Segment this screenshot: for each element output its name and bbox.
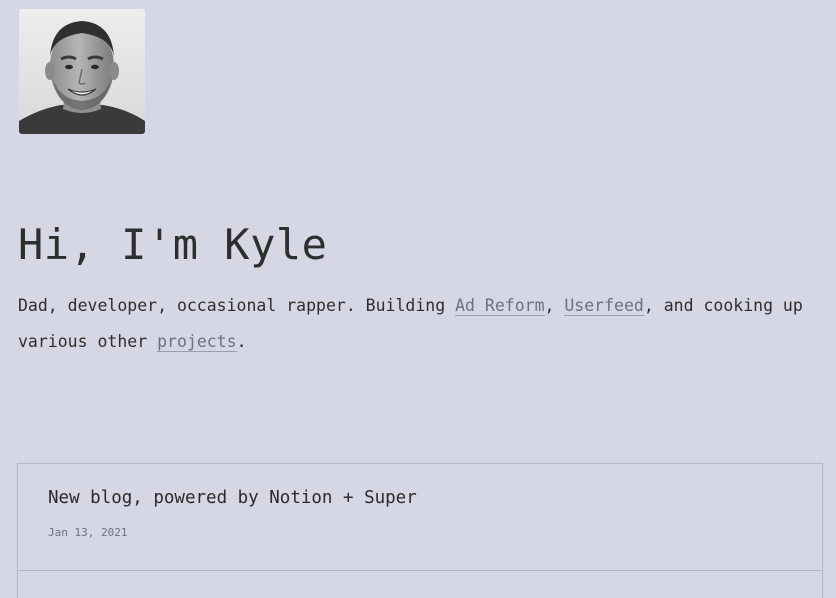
person-photo-icon	[19, 9, 145, 134]
intro-end: .	[236, 332, 247, 351]
avatar	[19, 9, 145, 134]
intro-text: Dad, developer, occasional rapper. Build…	[18, 288, 818, 360]
intro-prefix: Dad, developer, occasional rapper. Build…	[18, 296, 456, 315]
post-title[interactable]: New blog, powered by Notion + Super	[48, 488, 417, 508]
intro-separator: ,	[544, 296, 565, 315]
post-card-next[interactable]	[17, 571, 823, 598]
post-date: Jan 13, 2021	[48, 526, 128, 539]
projects-link[interactable]: projects	[157, 332, 237, 352]
post-card[interactable]: New blog, powered by Notion + Super Jan …	[17, 463, 823, 571]
page: Hi, I'm Kyle Dad, developer, occasional …	[0, 0, 836, 598]
userfeed-link[interactable]: Userfeed	[564, 296, 644, 316]
ad-reform-link[interactable]: Ad Reform	[455, 296, 545, 316]
page-title: Hi, I'm Kyle	[18, 220, 328, 269]
